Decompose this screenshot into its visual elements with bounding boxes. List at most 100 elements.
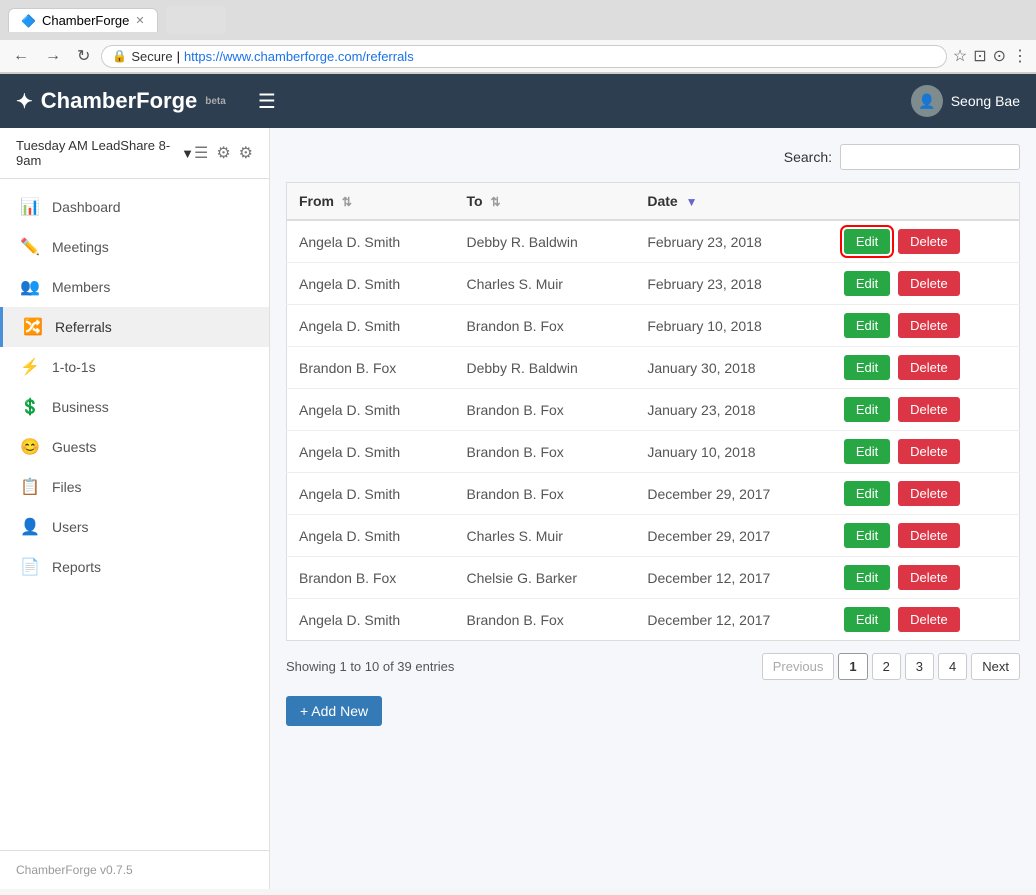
- cell-to[interactable]: Charles S. Muir: [455, 263, 636, 305]
- page-3-button[interactable]: 3: [905, 653, 934, 680]
- edit-button[interactable]: Edit: [844, 607, 890, 632]
- cell-to[interactable]: Charles S. Muir: [455, 515, 636, 557]
- sidebar-item-business[interactable]: 💲 Business: [0, 387, 269, 427]
- cell-to[interactable]: Debby R. Baldwin: [455, 220, 636, 263]
- cell-to[interactable]: Brandon B. Fox: [455, 389, 636, 431]
- cell-from[interactable]: Angela D. Smith: [287, 599, 455, 641]
- cell-date: January 10, 2018: [635, 431, 831, 473]
- cell-to[interactable]: Brandon B. Fox: [455, 431, 636, 473]
- previous-button[interactable]: Previous: [762, 653, 835, 680]
- star-icon[interactable]: ☆: [953, 46, 967, 66]
- cell-from[interactable]: Angela D. Smith: [287, 305, 455, 347]
- cell-to[interactable]: Brandon B. Fox: [455, 473, 636, 515]
- delete-button[interactable]: Delete: [898, 229, 960, 254]
- dashboard-icon: 📊: [20, 197, 40, 217]
- browser-tab[interactable]: 🔷 ChamberForge ✕: [8, 8, 158, 32]
- search-input[interactable]: [840, 144, 1020, 170]
- delete-button[interactable]: Delete: [898, 355, 960, 380]
- sidebar-label-referrals: Referrals: [55, 319, 112, 335]
- cell-from[interactable]: Angela D. Smith: [287, 473, 455, 515]
- cell-from[interactable]: Angela D. Smith: [287, 263, 455, 305]
- forward-button[interactable]: →: [40, 45, 66, 67]
- cast-icon[interactable]: ⊡: [973, 46, 986, 66]
- cell-actions: Edit Delete: [832, 389, 1020, 431]
- back-button[interactable]: ←: [8, 45, 34, 67]
- menu-dots-icon[interactable]: ⋮: [1012, 46, 1028, 66]
- cell-from[interactable]: Angela D. Smith: [287, 389, 455, 431]
- address-bar[interactable]: 🔒 Secure | https://www.chamberforge.com/…: [101, 45, 946, 68]
- edit-button[interactable]: Edit: [844, 397, 890, 422]
- cell-to[interactable]: Debby R. Baldwin: [455, 347, 636, 389]
- brand-beta: beta: [205, 96, 226, 107]
- sidebar-item-dashboard[interactable]: 📊 Dashboard: [0, 187, 269, 227]
- cell-to[interactable]: Brandon B. Fox: [455, 599, 636, 641]
- sidebar-item-guests[interactable]: 😊 Guests: [0, 427, 269, 467]
- hamburger-menu[interactable]: ☰: [250, 85, 284, 118]
- list-icon[interactable]: ☰: [194, 143, 208, 163]
- page-4-button[interactable]: 4: [938, 653, 967, 680]
- content-area: Search: From ⇅ To ⇅: [270, 128, 1036, 889]
- delete-button[interactable]: Delete: [898, 607, 960, 632]
- sort-to-icon[interactable]: ⇅: [490, 195, 500, 209]
- cell-date: December 29, 2017: [635, 473, 831, 515]
- sidebar-item-users[interactable]: 👤 Users: [0, 507, 269, 547]
- delete-button[interactable]: Delete: [898, 565, 960, 590]
- sidebar-label-reports: Reports: [52, 559, 101, 575]
- edit-button[interactable]: Edit: [844, 229, 890, 254]
- sidebar-footer: ChamberForge v0.7.5: [0, 850, 269, 889]
- edit-button[interactable]: Edit: [844, 355, 890, 380]
- tab-close-icon[interactable]: ✕: [135, 14, 144, 27]
- delete-button[interactable]: Delete: [898, 313, 960, 338]
- sidebar-item-members[interactable]: 👥 Members: [0, 267, 269, 307]
- sidebar-label-members: Members: [52, 279, 110, 295]
- delete-button[interactable]: Delete: [898, 523, 960, 548]
- cell-to[interactable]: Brandon B. Fox: [455, 305, 636, 347]
- edit-button[interactable]: Edit: [844, 313, 890, 338]
- edit-button[interactable]: Edit: [844, 565, 890, 590]
- sidebar-label-meetings: Meetings: [52, 239, 109, 255]
- cell-from[interactable]: Brandon B. Fox: [287, 557, 455, 599]
- sidebar-item-files[interactable]: 📋 Files: [0, 467, 269, 507]
- screenshot-icon[interactable]: ⊙: [993, 46, 1006, 66]
- page-2-button[interactable]: 2: [872, 653, 901, 680]
- cell-actions: Edit Delete: [832, 557, 1020, 599]
- top-nav: ✦ ChamberForge beta ☰ 👤 Seong Bae: [0, 74, 1036, 128]
- col-to: To ⇅: [455, 183, 636, 221]
- edit-button[interactable]: Edit: [844, 481, 890, 506]
- user-name: Seong Bae: [951, 93, 1020, 109]
- delete-button[interactable]: Delete: [898, 271, 960, 296]
- sidebar-item-meetings[interactable]: ✏️ Meetings: [0, 227, 269, 267]
- new-tab-area: [166, 6, 226, 34]
- delete-button[interactable]: Delete: [898, 481, 960, 506]
- cell-from[interactable]: Angela D. Smith: [287, 431, 455, 473]
- business-icon: 💲: [20, 397, 40, 417]
- table-row: Angela D. Smith Debby R. Baldwin Februar…: [287, 220, 1020, 263]
- sidebar-item-1-to-1s[interactable]: ⚡ 1-to-1s: [0, 347, 269, 387]
- sort-date-icon[interactable]: ▼: [686, 195, 698, 209]
- page-1-button[interactable]: 1: [838, 653, 867, 680]
- add-new-button[interactable]: + Add New: [286, 696, 382, 726]
- cell-from[interactable]: Angela D. Smith: [287, 515, 455, 557]
- sort-from-icon[interactable]: ⇅: [342, 195, 352, 209]
- cell-from[interactable]: Brandon B. Fox: [287, 347, 455, 389]
- delete-button[interactable]: Delete: [898, 439, 960, 464]
- edit-button[interactable]: Edit: [844, 439, 890, 464]
- cell-from[interactable]: Angela D. Smith: [287, 220, 455, 263]
- table-row: Angela D. Smith Brandon B. Fox January 2…: [287, 389, 1020, 431]
- user-menu[interactable]: 👤 Seong Bae: [911, 85, 1020, 117]
- cell-to[interactable]: Chelsie G. Barker: [455, 557, 636, 599]
- refresh-button[interactable]: ↻: [72, 44, 95, 68]
- sidebar-nav: 📊 Dashboard✏️ Meetings👥 Members🔀 Referra…: [0, 179, 269, 850]
- edit-button[interactable]: Edit: [844, 271, 890, 296]
- next-button[interactable]: Next: [971, 653, 1020, 680]
- settings2-icon[interactable]: ⚙: [239, 143, 253, 163]
- edit-button[interactable]: Edit: [844, 523, 890, 548]
- group-dropdown[interactable]: Tuesday AM LeadShare 8-9am ▼: [16, 138, 194, 168]
- search-label: Search:: [784, 149, 832, 165]
- sidebar-item-reports[interactable]: 📄 Reports: [0, 547, 269, 587]
- reports-icon: 📄: [20, 557, 40, 577]
- gear-icon[interactable]: ⚙: [216, 143, 230, 163]
- cell-date: February 10, 2018: [635, 305, 831, 347]
- sidebar-item-referrals[interactable]: 🔀 Referrals: [0, 307, 269, 347]
- delete-button[interactable]: Delete: [898, 397, 960, 422]
